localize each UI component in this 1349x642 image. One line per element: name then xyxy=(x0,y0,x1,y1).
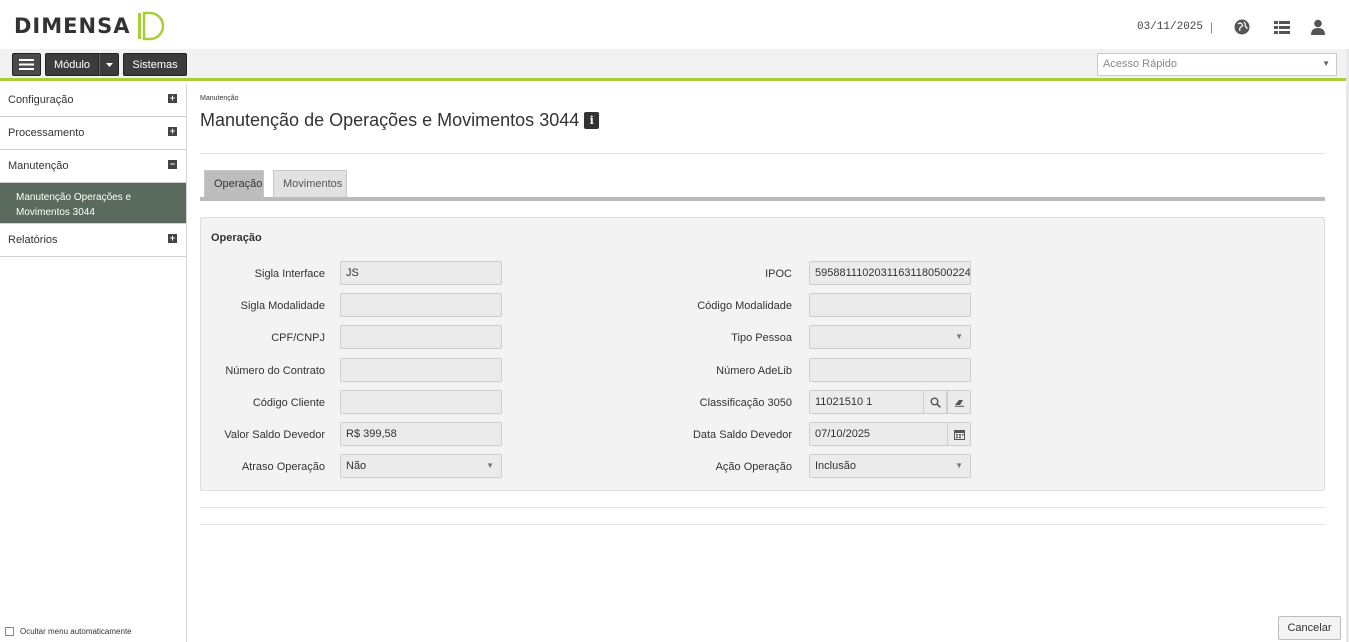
numero-adelib-field[interactable] xyxy=(809,358,971,382)
hamburger-icon xyxy=(19,59,34,70)
divider xyxy=(200,153,1325,154)
tab-operacao[interactable]: Operação xyxy=(204,170,264,197)
acao-operacao-label: Ação Operação xyxy=(715,461,792,473)
sidebar-item-label: Configuração xyxy=(8,94,74,106)
modulo-button[interactable]: Módulo xyxy=(45,53,99,76)
classificacao-3050-field[interactable]: 11021510 1 xyxy=(809,390,971,414)
logo-mark-icon xyxy=(138,11,165,41)
sidebar-subitem-manutencao-operacoes[interactable]: Manutenção Operações e Movimentos 3044 xyxy=(0,183,186,224)
header-separator: | xyxy=(1209,20,1213,34)
numero-adelib-label: Número AdeLib xyxy=(716,365,792,377)
sidebar-item-label: Relatórios xyxy=(8,234,58,246)
codigo-cliente-field[interactable] xyxy=(340,390,502,414)
ipoc-field[interactable]: 59588111020311631180500224 xyxy=(809,261,971,285)
tab-bar: Operação Movimentos xyxy=(200,170,1325,201)
codigo-cliente-label: Código Cliente xyxy=(252,397,325,409)
atraso-operacao-label: Atraso Operação xyxy=(241,461,325,473)
auto-hide-checkbox[interactable] xyxy=(5,627,14,636)
auto-hide-label: Ocultar menu automaticamente xyxy=(20,627,132,636)
info-icon[interactable]: i xyxy=(584,112,600,129)
sidebar-item-manutencao[interactable]: Manutenção − xyxy=(0,150,186,183)
sidebar-item-processamento[interactable]: Processamento + xyxy=(0,117,186,150)
numero-contrato-field[interactable] xyxy=(340,358,502,382)
cpf-cnpj-label: CPF/CNPJ xyxy=(271,332,325,344)
page-title-row: Manutenção de Operações e Movimentos 304… xyxy=(200,110,600,131)
operacao-panel: Operação Sigla Interface JS Sigla Modali… xyxy=(200,217,1325,491)
auto-hide-menu-option[interactable]: Ocultar menu automaticamente xyxy=(5,627,132,636)
acao-operacao-select[interactable]: Inclusão ▼ xyxy=(809,454,971,478)
divider xyxy=(200,524,1325,525)
breadcrumb[interactable]: Manutenção xyxy=(200,95,239,102)
eraser-button[interactable] xyxy=(947,390,971,414)
top-header: DIMENSA 03/11/2025 | xyxy=(0,0,1349,49)
calendar-button[interactable] xyxy=(947,422,971,446)
data-saldo-devedor-field[interactable]: 07/10/2025 xyxy=(809,422,971,446)
sidebar-item-label: Processamento xyxy=(8,127,85,139)
atraso-operacao-value: Não xyxy=(346,460,367,472)
classificacao-3050-value: 11021510 1 xyxy=(815,396,873,408)
sigla-modalidade-label: Sigla Modalidade xyxy=(240,300,325,312)
section-title: Operação xyxy=(211,232,262,244)
sistemas-button[interactable]: Sistemas xyxy=(123,53,187,76)
caret-down-icon: ▼ xyxy=(955,332,963,341)
sidebar-item-relatorios[interactable]: Relatórios + xyxy=(0,224,186,257)
caret-down-icon: ▼ xyxy=(486,461,494,470)
modulo-dropdown-button[interactable] xyxy=(99,53,119,76)
current-date: 03/11/2025 xyxy=(1136,21,1203,33)
collapse-icon[interactable]: − xyxy=(168,160,177,169)
data-saldo-devedor-value: 07/10/2025 xyxy=(815,428,871,440)
sigla-modalidade-field[interactable] xyxy=(340,293,502,317)
user-icon[interactable] xyxy=(1309,18,1327,36)
codigo-modalidade-field[interactable] xyxy=(809,293,971,317)
sigla-interface-field[interactable]: JS xyxy=(340,261,502,285)
quick-access-placeholder: Acesso Rápido xyxy=(1103,58,1177,70)
expand-icon[interactable]: + xyxy=(168,94,177,103)
page-title: Manutenção de Operações e Movimentos 304… xyxy=(200,110,580,130)
sidebar-item-label: Manutenção xyxy=(8,160,69,172)
valor-saldo-devedor-field[interactable]: R$ 399,58 xyxy=(340,422,502,446)
expand-icon[interactable]: + xyxy=(168,127,177,136)
valor-saldo-devedor-label: Valor Saldo Devedor xyxy=(224,429,325,441)
quick-access-select[interactable]: Acesso Rápido ▼ xyxy=(1097,53,1337,76)
ipoc-label: IPOC xyxy=(765,268,792,280)
expand-icon[interactable]: + xyxy=(168,234,177,243)
tab-movimentos[interactable]: Movimentos xyxy=(273,170,347,197)
tipo-pessoa-select[interactable]: ▼ xyxy=(809,325,971,349)
globe-icon[interactable] xyxy=(1233,18,1251,36)
calendar-icon xyxy=(953,429,965,440)
caret-down-icon: ▼ xyxy=(955,461,963,470)
hamburger-menu-button[interactable] xyxy=(12,53,41,76)
caret-down-icon xyxy=(105,62,113,67)
codigo-modalidade-label: Código Modalidade xyxy=(697,300,792,312)
numero-contrato-label: Número do Contrato xyxy=(225,365,325,377)
atraso-operacao-select[interactable]: Não ▼ xyxy=(340,454,502,478)
cpf-cnpj-field[interactable] xyxy=(340,325,502,349)
sidebar: Configuração + Processamento + Manutençã… xyxy=(0,84,187,642)
main-toolbar: Módulo Sistemas Acesso Rápido ▼ xyxy=(0,49,1349,81)
search-icon xyxy=(930,397,941,408)
divider xyxy=(200,507,1325,508)
tipo-pessoa-label: Tipo Pessoa xyxy=(731,332,792,344)
eraser-icon xyxy=(954,399,964,407)
data-saldo-devedor-label: Data Saldo Devedor xyxy=(692,429,792,441)
classificacao-3050-label: Classificação 3050 xyxy=(699,397,792,409)
caret-down-icon: ▼ xyxy=(1322,59,1330,68)
search-button[interactable] xyxy=(923,390,947,414)
list-view-icon[interactable] xyxy=(1273,18,1291,36)
dimensa-logo: DIMENSA xyxy=(14,11,166,41)
sidebar-item-configuracao[interactable]: Configuração + xyxy=(0,84,186,117)
sigla-interface-label: Sigla Interface xyxy=(254,268,325,280)
logo-text: DIMENSA xyxy=(14,14,131,38)
acao-operacao-value: Inclusão xyxy=(815,460,856,472)
cancel-button[interactable]: Cancelar xyxy=(1278,616,1341,640)
